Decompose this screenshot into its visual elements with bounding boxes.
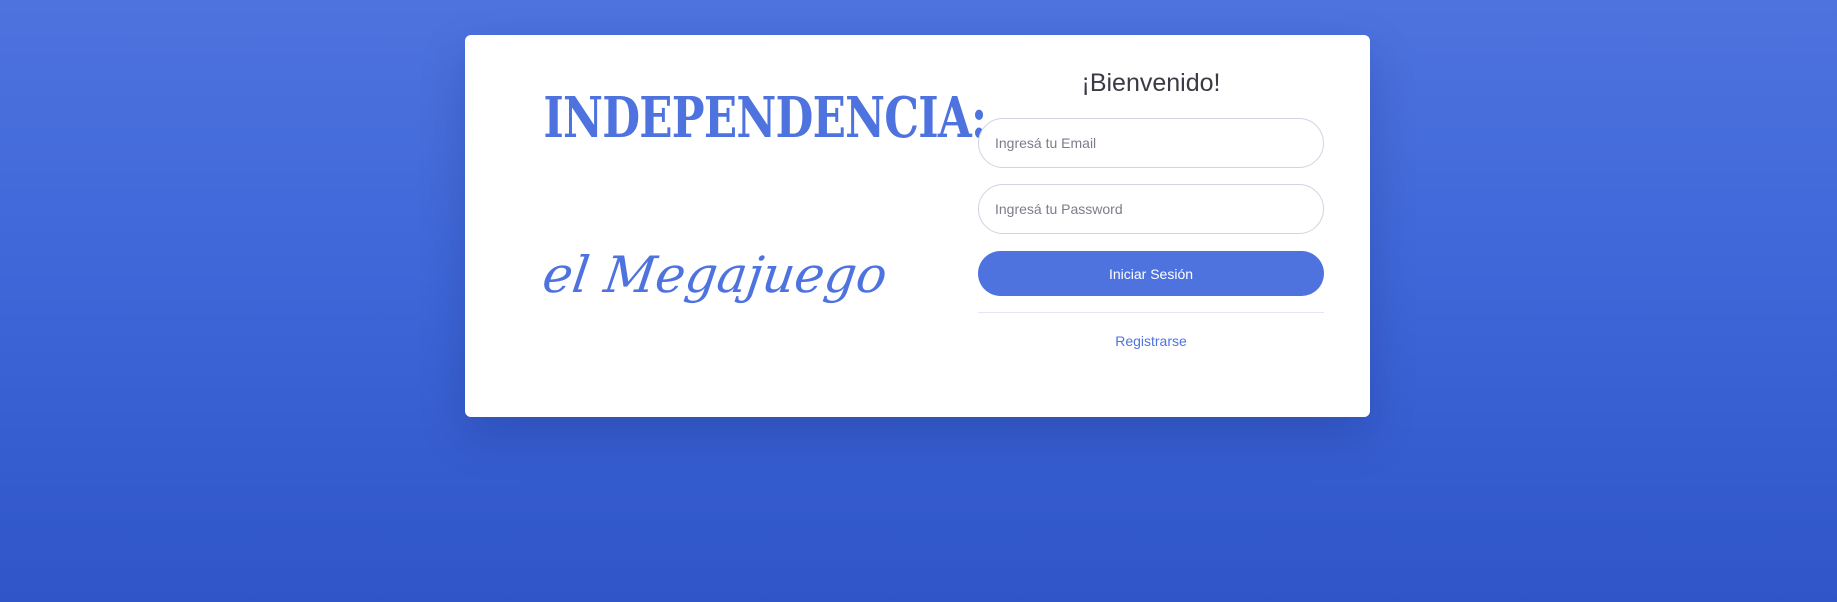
register-link[interactable]: Registrarse xyxy=(978,333,1324,349)
email-field[interactable] xyxy=(978,118,1324,168)
form-divider xyxy=(978,312,1324,313)
game-subtitle: el Megajuego xyxy=(539,246,891,304)
password-field[interactable] xyxy=(978,184,1324,234)
brand-panel: INDEPENDENCIA: el Megajuego xyxy=(495,85,987,350)
login-form: ¡Bienvenido! Iniciar Sesión Registrarse xyxy=(978,65,1324,349)
welcome-heading: ¡Bienvenido! xyxy=(1081,69,1221,97)
login-button[interactable]: Iniciar Sesión xyxy=(978,251,1324,296)
game-title: INDEPENDENCIA: xyxy=(543,85,987,151)
login-card: INDEPENDENCIA: el Megajuego ¡Bienvenido!… xyxy=(465,35,1370,417)
